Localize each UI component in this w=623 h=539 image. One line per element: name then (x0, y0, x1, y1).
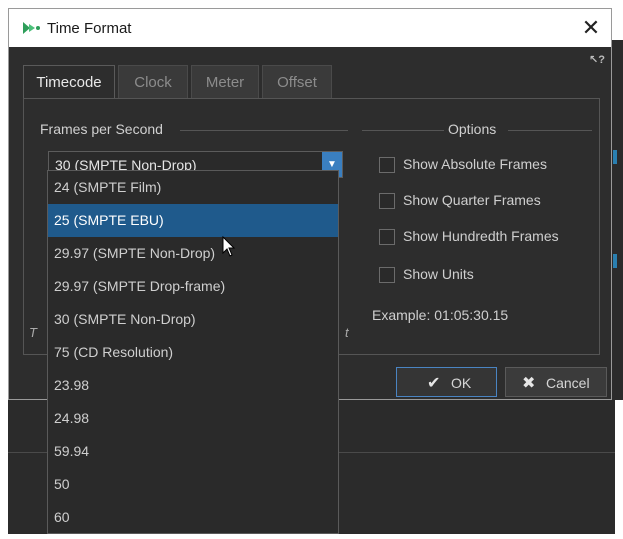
app-accent-marker (613, 254, 617, 268)
fps-section-label: Frames per Second (40, 121, 163, 137)
format-example: Example: 01:05:30.15 (372, 307, 509, 323)
context-help-button[interactable]: ↖? (589, 53, 609, 69)
tab-clock[interactable]: Clock (118, 65, 188, 98)
help-icon: ↖? (589, 54, 605, 66)
close-button[interactable]: ✕ (575, 13, 607, 43)
options-section-label: Options (448, 121, 497, 137)
window-title: Time Format (47, 20, 132, 37)
checkbox-box[interactable] (379, 157, 395, 173)
tab-meter[interactable]: Meter (191, 65, 259, 98)
obscured-text-right: t (345, 325, 349, 340)
dropdown-option[interactable]: 23.98 (48, 369, 338, 402)
app-accent-marker (613, 150, 617, 164)
cross-icon: ✖ (522, 375, 536, 392)
options-divider-left (362, 130, 444, 131)
fps-dropdown-list[interactable]: 24 (SMPTE Film) 25 (SMPTE EBU) 29.97 (SM… (47, 170, 339, 534)
dropdown-option[interactable]: 24 (SMPTE Film) (48, 171, 338, 204)
tab-offset[interactable]: Offset (262, 65, 332, 98)
dropdown-option-selected[interactable]: 25 (SMPTE EBU) (48, 204, 338, 237)
cancel-button[interactable]: ✖ Cancel (505, 367, 607, 397)
checkmark-icon: ✔ (427, 375, 441, 392)
dropdown-option[interactable]: 50 (48, 468, 338, 501)
app-logo-icon (23, 22, 40, 34)
checkbox-label: Show Units (403, 266, 474, 282)
obscured-text-left: T (29, 325, 37, 340)
options-divider-right (508, 130, 592, 131)
dropdown-option[interactable]: 30 (SMPTE Non-Drop) (48, 303, 338, 336)
dropdown-option[interactable]: 59.94 (48, 435, 338, 468)
mouse-pointer-icon (222, 236, 236, 257)
checkbox-box[interactable] (379, 193, 395, 209)
checkbox-label: Show Absolute Frames (403, 156, 547, 172)
cancel-label: Cancel (546, 375, 590, 391)
ok-label: OK (451, 375, 472, 391)
title-bar[interactable]: Time Format ✕ (9, 9, 611, 47)
dropdown-option[interactable]: 29.97 (SMPTE Non-Drop) (48, 237, 338, 270)
dropdown-option[interactable]: 24.98 (48, 402, 338, 435)
dropdown-option[interactable]: 60 (48, 501, 338, 534)
checkbox-label: Show Quarter Frames (403, 192, 541, 208)
dropdown-option[interactable]: 75 (CD Resolution) (48, 336, 338, 369)
dropdown-option[interactable]: 29.97 (SMPTE Drop-frame) (48, 270, 338, 303)
checkbox-label: Show Hundredth Frames (403, 228, 559, 244)
close-icon: ✕ (581, 15, 601, 40)
ok-button[interactable]: ✔ OK (396, 367, 497, 397)
tab-timecode[interactable]: Timecode (23, 65, 115, 99)
checkbox-box[interactable] (379, 229, 395, 245)
fps-section-divider (180, 130, 348, 131)
checkbox-box[interactable] (379, 267, 395, 283)
